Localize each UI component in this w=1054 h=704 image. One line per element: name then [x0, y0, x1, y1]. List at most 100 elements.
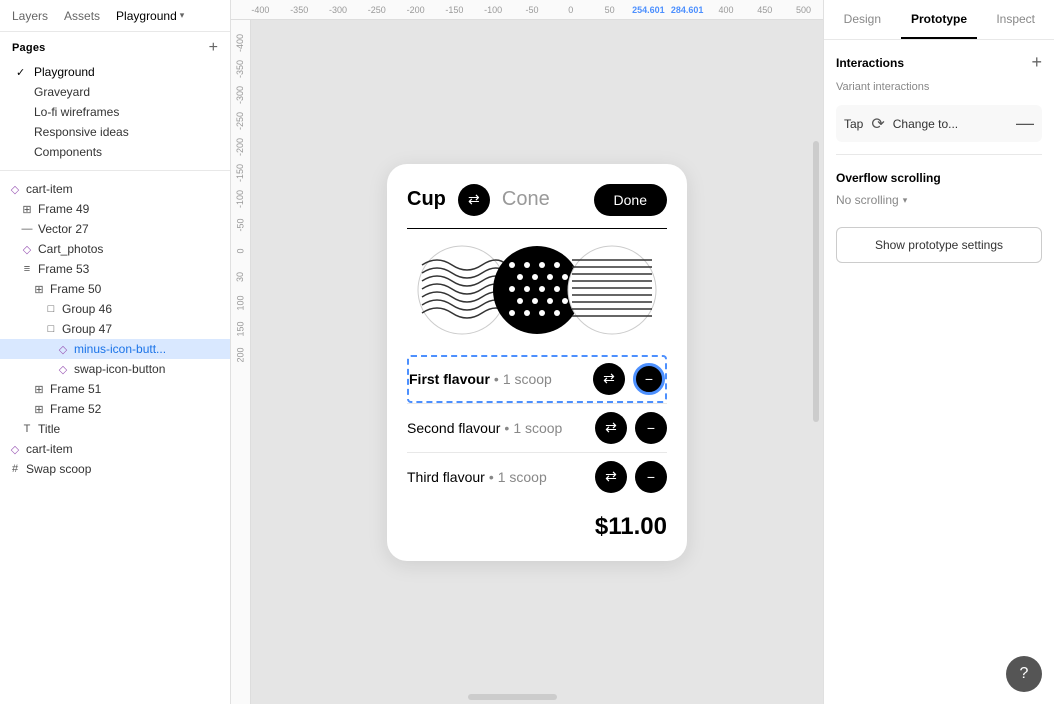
overflow-section: Overflow scrolling No scrolling ▾	[836, 171, 1042, 207]
layer-name: Frame 52	[50, 402, 101, 416]
ruler-mark-v: -350	[235, 60, 245, 78]
component-icon: ◇	[20, 243, 34, 256]
show-prototype-settings-button[interactable]: Show prototype settings	[836, 227, 1042, 263]
pages-section: Pages + ✓ Playground Graveyard Lo-fi wir…	[0, 32, 230, 166]
layer-swap-icon-button[interactable]: ◇ swap-icon-button	[0, 359, 230, 379]
ruler-mark-v: -100	[235, 190, 245, 208]
ruler-mark: -150	[435, 5, 474, 15]
add-page-button[interactable]: +	[209, 40, 218, 56]
swap-flavour-button-3[interactable]: ⇄	[595, 461, 627, 493]
page-item-playground[interactable]: ✓ Playground	[12, 62, 218, 82]
flavour-actions-2: ⇄ −	[595, 412, 667, 444]
flavour-scoop-2: 1 scoop	[513, 420, 562, 436]
divider	[0, 170, 230, 171]
right-tabs: Design Prototype Inspect	[824, 0, 1054, 40]
interaction-action: Change to...	[893, 117, 958, 131]
swap-flavour-button-1[interactable]: ⇄	[593, 363, 625, 395]
swap-button[interactable]: ⇄	[458, 184, 490, 216]
layer-name: Frame 49	[38, 202, 89, 216]
layer-vector-27[interactable]: — Vector 27	[0, 219, 230, 239]
ruler-mark: -200	[396, 5, 435, 15]
tab-playground[interactable]: Playground ▾	[112, 5, 188, 27]
ruler-mark-v: 150	[236, 321, 246, 336]
flavour-actions-3: ⇄ −	[595, 461, 667, 493]
tab-layers[interactable]: Layers	[8, 5, 52, 27]
layer-cart-item-1[interactable]: ◇ cart-item	[0, 179, 230, 199]
remove-flavour-button-2[interactable]: −	[635, 412, 667, 444]
flavour-name-2: Second flavour	[407, 420, 500, 436]
component-icon: ◇	[56, 343, 70, 356]
flavours-circles	[407, 245, 667, 335]
tab-inspect[interactable]: Inspect	[977, 0, 1054, 39]
ruler-mark-v: 200	[236, 347, 246, 362]
layer-group-46[interactable]: □ Group 46	[0, 299, 230, 319]
done-button[interactable]: Done	[594, 184, 667, 216]
layer-title[interactable]: T Title	[0, 419, 230, 439]
layer-name: minus-icon-butt...	[74, 342, 166, 356]
layer-frame-51[interactable]: ⊞ Frame 51	[0, 379, 230, 399]
overflow-select[interactable]: No scrolling ▾	[836, 193, 1042, 207]
layer-name: swap-icon-button	[74, 362, 165, 376]
layer-name: Group 46	[62, 302, 112, 316]
chevron-down-icon: ▾	[903, 195, 908, 206]
page-item-lofi[interactable]: Lo-fi wireframes	[12, 102, 218, 122]
layer-name: Vector 27	[38, 222, 89, 236]
ruler-mark-v: 100	[236, 295, 246, 310]
ruler-mark-v: -50	[235, 218, 245, 231]
ruler-mark: -400	[241, 5, 280, 15]
ruler-mark: 400	[707, 5, 746, 15]
add-interaction-button[interactable]: +	[1031, 52, 1042, 73]
page-item-responsive[interactable]: Responsive ideas	[12, 122, 218, 142]
ruler-mark: -100	[474, 5, 513, 15]
overflow-value: No scrolling	[836, 193, 899, 207]
ruler-mark: 500	[784, 5, 823, 15]
canvas-area[interactable]: -400 -350 -300 -250 -200 -150 -100 -50 0…	[231, 0, 823, 704]
remove-interaction-button[interactable]: —	[1016, 113, 1034, 134]
layer-group-47[interactable]: □ Group 47	[0, 319, 230, 339]
price-label: $11.00	[595, 513, 667, 541]
ruler-mark: 50	[590, 5, 629, 15]
interactions-title: Interactions	[836, 56, 904, 70]
flavour-actions-1: ⇄ −	[593, 363, 665, 395]
page-item-components[interactable]: Components	[12, 142, 218, 162]
swap-flavour-button-2[interactable]: ⇄	[595, 412, 627, 444]
layer-swap-scoop[interactable]: # Swap scoop	[0, 459, 230, 479]
layer-frame-49[interactable]: ⊞ Frame 49	[0, 199, 230, 219]
component-icon: ◇	[8, 443, 22, 456]
layer-cart-photos[interactable]: ◇ Cart_photos	[0, 239, 230, 259]
flavour-row-3: Third flavour • 1 scoop ⇄ −	[407, 452, 667, 501]
page-item-graveyard[interactable]: Graveyard	[12, 82, 218, 102]
check-icon: ✓	[16, 66, 28, 79]
frame-icon: ⊞	[32, 283, 46, 296]
layer-name: Title	[38, 422, 60, 436]
layer-cart-item-2[interactable]: ◇ cart-item	[0, 439, 230, 459]
flavour-name-3: Third flavour	[407, 469, 485, 485]
ruler-mark-v: -150	[235, 164, 245, 182]
card-header: Cup ⇄ Cone Done	[407, 184, 667, 216]
tab-assets[interactable]: Assets	[60, 5, 104, 27]
remove-flavour-button-3[interactable]: −	[635, 461, 667, 493]
page-label: Responsive ideas	[34, 125, 129, 139]
price-row: $11.00	[407, 501, 667, 541]
remove-flavour-button-1[interactable]: −	[633, 363, 665, 395]
overflow-title: Overflow scrolling	[836, 171, 1042, 185]
interaction-trigger: Tap	[844, 117, 863, 131]
layer-frame-52[interactable]: ⊞ Frame 52	[0, 399, 230, 419]
layer-minus-icon-button[interactable]: ◇ minus-icon-butt...	[0, 339, 230, 359]
layer-frame-53[interactable]: ≡ Frame 53	[0, 259, 230, 279]
layer-frame-50[interactable]: ⊞ Frame 50	[0, 279, 230, 299]
pages-label: Pages	[12, 42, 46, 54]
ruler-mark-v: -300	[235, 86, 245, 104]
ruler-mark: -350	[280, 5, 319, 15]
question-mark-icon: ?	[1020, 665, 1029, 683]
design-card: Cup ⇄ Cone Done	[387, 164, 687, 561]
pages-header: Pages +	[12, 40, 218, 56]
tab-design[interactable]: Design	[824, 0, 901, 39]
layer-name: Group 47	[62, 322, 112, 336]
help-button[interactable]: ?	[1006, 656, 1042, 692]
flavour-scoop-1: 1 scoop	[503, 371, 552, 387]
swap-icon: ⇄	[468, 191, 480, 208]
ruler-mark-highlight-x: 254.601	[629, 5, 668, 15]
tab-prototype[interactable]: Prototype	[901, 0, 978, 39]
ruler-mark-v: -200	[235, 138, 245, 156]
